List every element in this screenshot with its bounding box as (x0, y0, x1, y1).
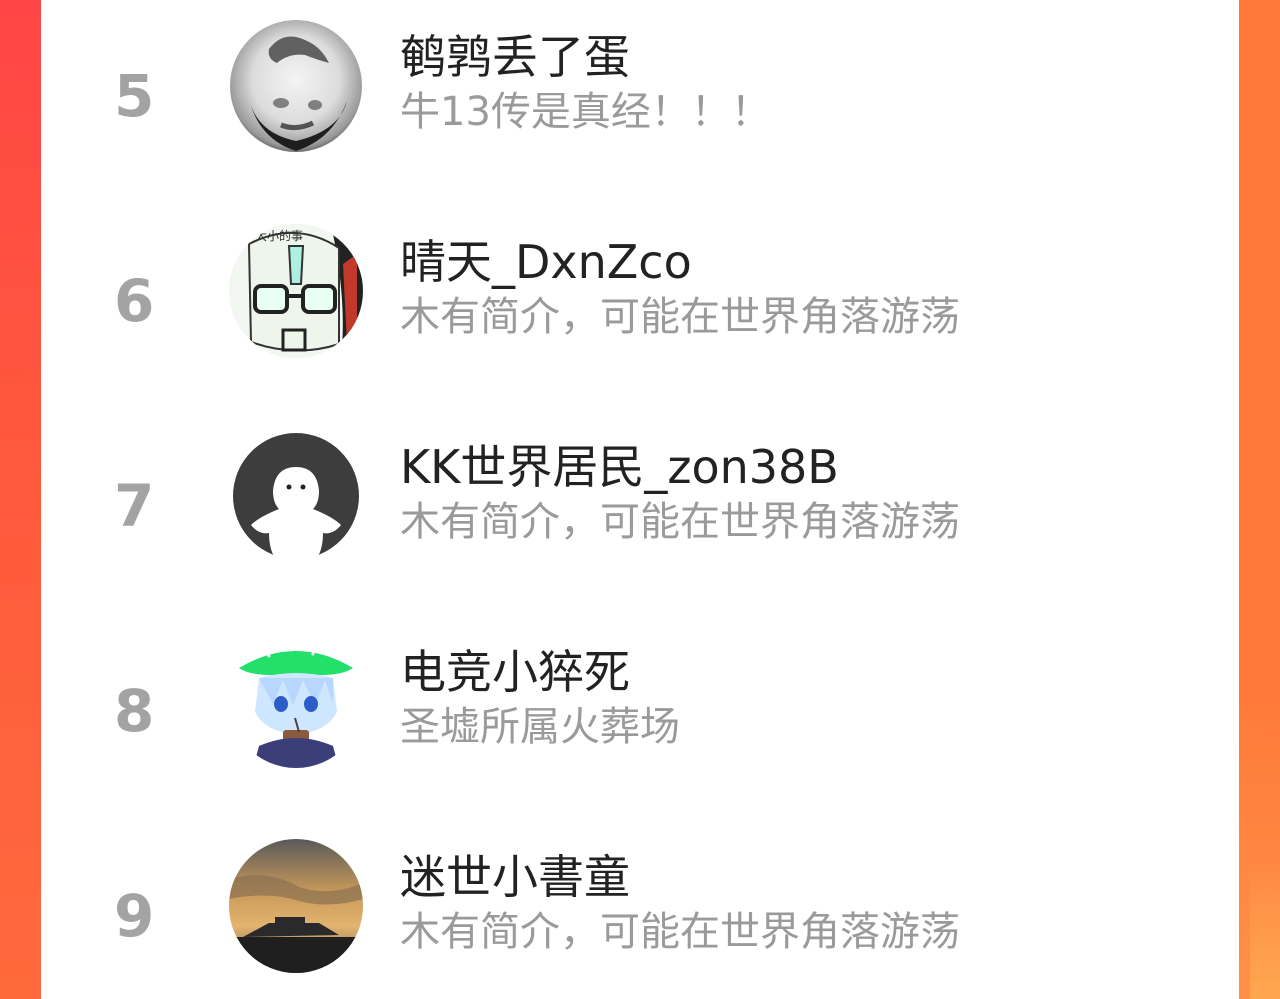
ranking-row[interactable]: 6 大小的事 晴天_DxnZco 木有简介，可能在世界角落游荡 (41, 210, 1239, 386)
sunset-landscape-avatar-icon[interactable] (229, 839, 363, 973)
default-ghost-avatar-icon[interactable] (229, 429, 363, 563)
right-gradient-frame (1239, 0, 1280, 999)
rank-number: 6 (114, 267, 155, 335)
ranking-row[interactable]: 5 鹌鹑丢了蛋 牛13传是真经！！！ (41, 5, 1239, 181)
ranking-row[interactable]: 8 电竞小猝死 圣墟所属火葬场 (41, 620, 1239, 796)
ranking-row[interactable]: 7 KK世界居民_zon38B 木有简介，可能在世界角落游荡 (41, 415, 1239, 591)
username: 电竞小猝死 (400, 645, 630, 699)
ultraman-sketch-avatar-icon[interactable]: 大小的事 (229, 224, 363, 358)
username: 晴天_DxnZco (400, 235, 692, 289)
user-bio: 木有简介，可能在世界角落游荡 (400, 909, 960, 955)
user-bio: 圣墟所属火葬场 (400, 704, 680, 750)
grainy-sphere-face-avatar-icon[interactable] (229, 19, 363, 153)
username: 鹌鹑丢了蛋 (400, 30, 630, 84)
username: KK世界居民_zon38B (400, 440, 839, 494)
rank-number: 7 (114, 472, 155, 540)
rank-number: 5 (114, 62, 155, 130)
page-frame: 5 鹌鹑丢了蛋 牛13传是真经！！！ 6 大小的事 晴天_DxnZco 木有简介… (0, 0, 1280, 999)
user-bio: 木有简介，可能在世界角落游荡 (400, 294, 960, 340)
ranking-row[interactable]: 9 迷世小書童 木有简介，可能在世界角落游荡 (41, 825, 1239, 999)
svg-text:大小的事: 大小的事 (255, 228, 303, 243)
right-frame-glow (1250, 860, 1280, 999)
rank-number: 8 (114, 677, 155, 745)
rank-number: 9 (114, 882, 155, 950)
user-bio: 木有简介，可能在世界角落游荡 (400, 499, 960, 545)
ranking-card[interactable]: 5 鹌鹑丢了蛋 牛13传是真经！！！ 6 大小的事 晴天_DxnZco 木有简介… (41, 0, 1239, 999)
user-bio: 牛13传是真经！！！ (400, 89, 771, 135)
left-gradient-frame (0, 0, 41, 999)
anime-boy-green-hat-avatar-icon[interactable] (229, 634, 363, 768)
username: 迷世小書童 (400, 850, 630, 904)
